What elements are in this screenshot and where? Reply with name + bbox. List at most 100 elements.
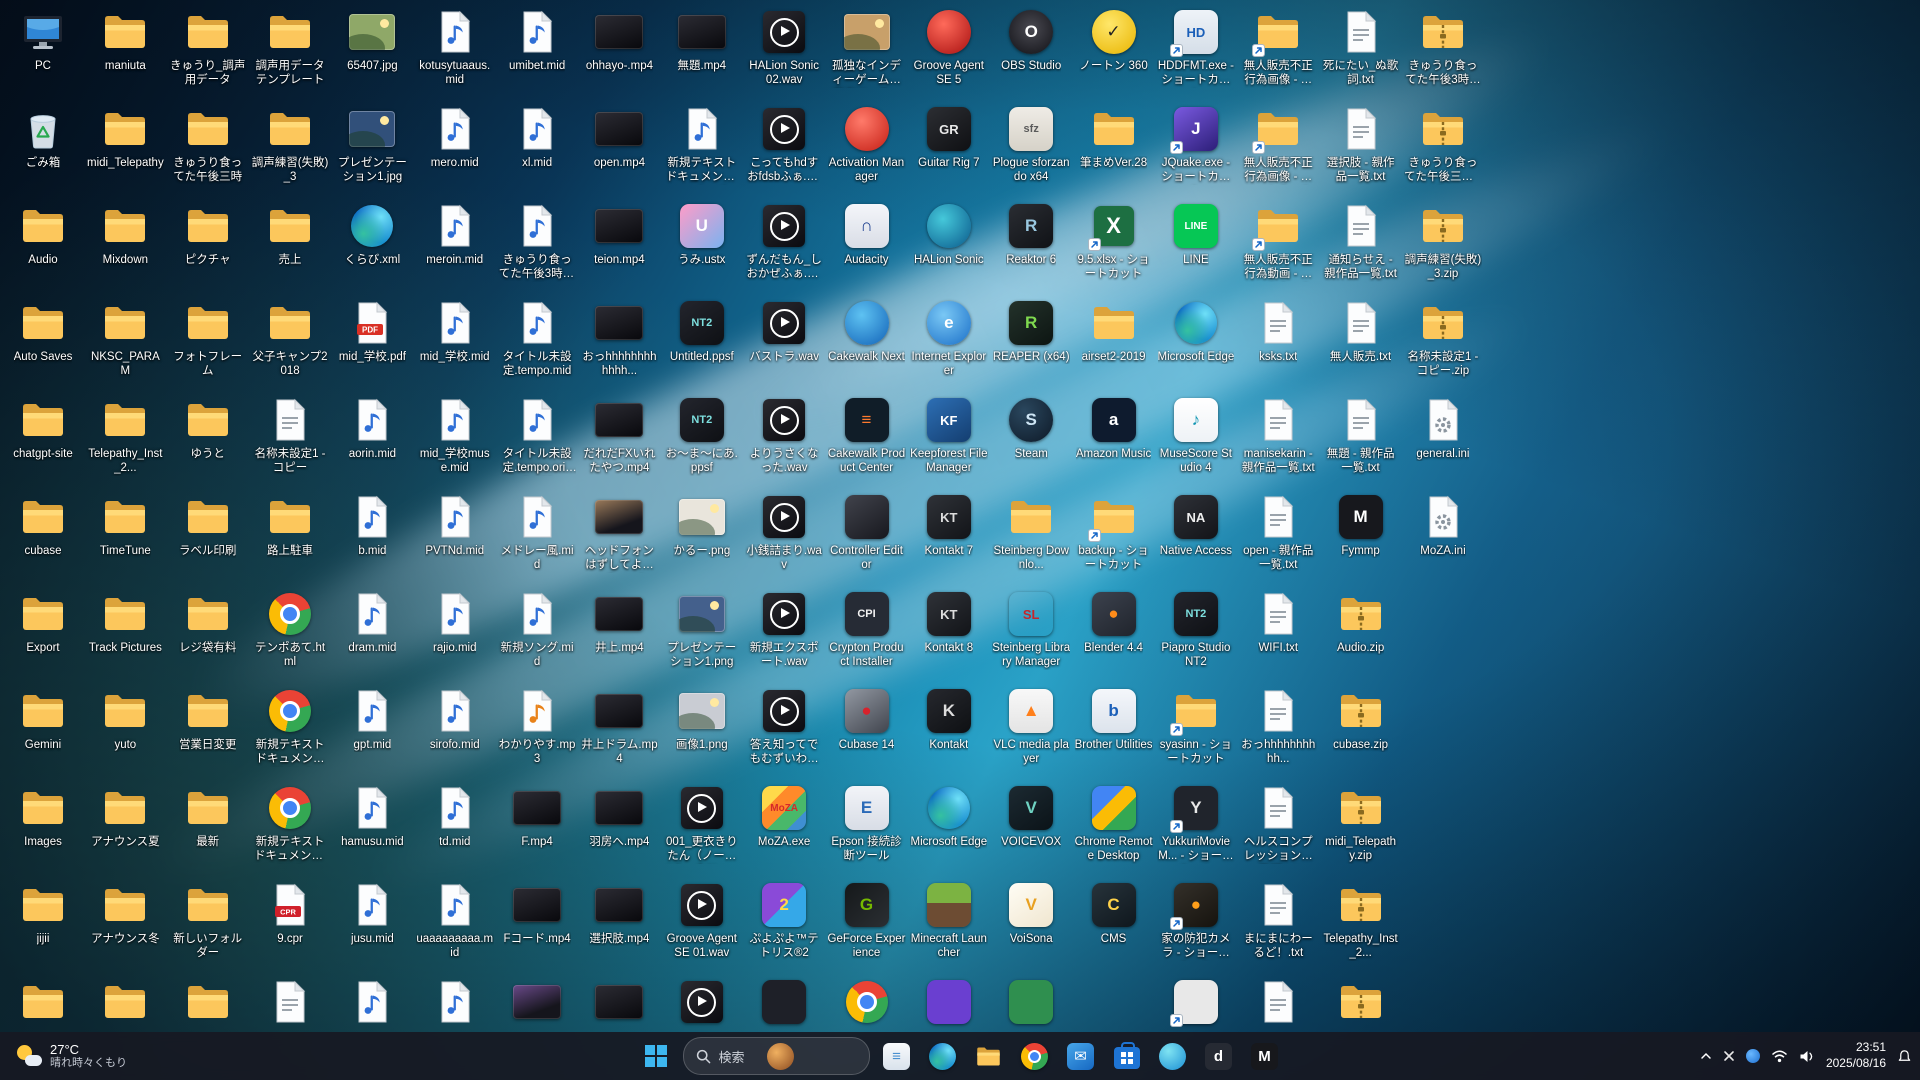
desktop-icon[interactable]: sirofo.mid: [416, 687, 494, 752]
desktop-icon[interactable]: 新規テキストドキュメント (2).html: [251, 687, 329, 767]
desktop-icon[interactable]: まにまにわーるど！.txt: [1239, 881, 1317, 961]
desktop-icon[interactable]: テンポあて.html: [251, 590, 329, 670]
desktop-icon[interactable]: 小銭詰まり.wav: [745, 493, 823, 573]
start-button[interactable]: [636, 1036, 676, 1076]
desktop-icon[interactable]: よりうさくなった.wav: [745, 396, 823, 476]
desktop-icon[interactable]: Telepathy_Inst_2...: [86, 396, 164, 476]
desktop-icon[interactable]: [4, 978, 82, 1029]
desktop-icon[interactable]: 調声練習(失敗)_3.zip: [1404, 202, 1482, 282]
desktop-icon[interactable]: こってもhdすおfdsbふぁ.wav: [745, 105, 823, 185]
desktop-icon[interactable]: 新規テキストドキュメント.musicxml: [663, 105, 741, 185]
desktop-icon[interactable]: 2ぷよぷよ™テトリス®2: [745, 881, 823, 961]
desktop-icon[interactable]: 新規エクスポート.wav: [745, 590, 823, 670]
desktop-icon[interactable]: ✓ノートン 360: [1075, 8, 1153, 73]
desktop-icon[interactable]: ヘルスコンプレッション＿歌詞.txt: [1239, 784, 1317, 864]
desktop-icon[interactable]: rajio.mid: [416, 590, 494, 655]
desktop-icon[interactable]: SLSteinberg Library Manager: [992, 590, 1070, 670]
desktop-icon[interactable]: Telepathy_Inst_2...: [1322, 881, 1400, 961]
desktop-icon[interactable]: CCMS: [1075, 881, 1153, 946]
desktop-icon[interactable]: [910, 978, 988, 1029]
desktop-icon[interactable]: 選択肢 - 親作品一覧.txt: [1322, 105, 1400, 185]
desktop-icon[interactable]: くらび.xml: [333, 202, 411, 267]
desktop-icon[interactable]: PVTNd.mid: [416, 493, 494, 558]
desktop-icon[interactable]: PDFmid_学校.pdf: [333, 299, 411, 364]
microsoft-store-taskbar-button[interactable]: [1107, 1036, 1147, 1076]
volume-icon[interactable]: [1799, 1050, 1815, 1063]
desktop-icon[interactable]: きゅうり食ってた午後3時.zip: [1404, 8, 1482, 88]
desktop-icon[interactable]: eInternet Explorer: [910, 299, 988, 379]
desktop-icon[interactable]: teion.mp4: [580, 202, 658, 267]
desktop-icon[interactable]: ピクチャ: [169, 202, 247, 267]
desktop-icon[interactable]: Microsoft Edge: [1157, 299, 1235, 364]
desktop-icon[interactable]: 001_更衣きりたん（ノーマル）_今じゃ...: [663, 784, 741, 864]
desktop-icon[interactable]: umibet.mid: [498, 8, 576, 73]
desktop-icon[interactable]: 調声用データテンプレート: [251, 8, 329, 88]
desktop-icon[interactable]: 無題 - 親作品一覧.txt: [1322, 396, 1400, 476]
desktop-icon[interactable]: [580, 978, 658, 1029]
desktop-icon[interactable]: Gemini: [4, 687, 82, 752]
desktop-icon[interactable]: Audio: [4, 202, 82, 267]
desktop-icon[interactable]: 孤独なインディーゲーム開発者の一生...: [828, 8, 906, 88]
desktop-icon[interactable]: Chrome Remote Desktop: [1075, 784, 1153, 864]
desktop-icon[interactable]: aAmazon Music: [1075, 396, 1153, 461]
tray-expand-chevron-icon[interactable]: [1700, 1052, 1712, 1060]
desktop-icon[interactable]: cubase: [4, 493, 82, 558]
desktop-icon[interactable]: HDHDDFMT.exe - ショートカット: [1157, 8, 1235, 88]
desktop-icon[interactable]: open - 親作品一覧.txt: [1239, 493, 1317, 573]
desktop-icon[interactable]: ずんだもん_しおかぜふぁ.wav: [745, 202, 823, 282]
desktop-icon[interactable]: midi_Telepathy.zip: [1322, 784, 1400, 864]
desktop-icon[interactable]: 井上ドラム.mp4: [580, 687, 658, 767]
desktop-icon[interactable]: PC: [4, 8, 82, 73]
desktop-icon[interactable]: td.mid: [416, 784, 494, 849]
desktop-icon[interactable]: 無人販売不正行為動画 - ショートカット: [1239, 202, 1317, 282]
desktop-icon[interactable]: midi_Telepathy: [86, 105, 164, 170]
desktop-icon[interactable]: F.mp4: [498, 784, 576, 849]
desktop-icon[interactable]: Activation Manager: [828, 105, 906, 185]
desktop-icon[interactable]: ●Blender 4.4: [1075, 590, 1153, 655]
desktop-icon[interactable]: sfzPlogue sforzando x64: [992, 105, 1070, 185]
desktop-icon[interactable]: [745, 978, 823, 1029]
desktop-icon[interactable]: 新規ソング.mid: [498, 590, 576, 670]
desktop-icon[interactable]: 死にたい_ぬ歌詞.txt: [1322, 8, 1400, 88]
desktop-icon[interactable]: プレゼンテーション1.jpg: [333, 105, 411, 185]
desktop-icon[interactable]: プレゼンテーション1.png: [663, 590, 741, 670]
desktop-icon[interactable]: Microsoft Edge: [910, 784, 988, 849]
desktop-icon[interactable]: aorin.mid: [333, 396, 411, 461]
search-box[interactable]: 検索: [683, 1037, 870, 1075]
desktop-icon[interactable]: 営業日変更: [169, 687, 247, 752]
desktop-icon[interactable]: Export: [4, 590, 82, 655]
desktop-icon[interactable]: Minecraft Launcher: [910, 881, 988, 961]
desktop-icon[interactable]: 名称未設定1 - コピー: [251, 396, 329, 476]
desktop-icon[interactable]: ヘッドフォンはずしてよかった.mp4: [580, 493, 658, 573]
desktop-icon[interactable]: Groove Agent SE 01.wav: [663, 881, 741, 961]
desktop-icon[interactable]: [333, 978, 411, 1029]
desktop-icon[interactable]: Controller Editor: [828, 493, 906, 573]
desktop-icon[interactable]: mero.mid: [416, 105, 494, 170]
copilot-taskbar-button[interactable]: [1153, 1036, 1193, 1076]
desktop-icon[interactable]: syasinn - ショートカット: [1157, 687, 1235, 767]
desktop-icon[interactable]: ohhayo-.mp4: [580, 8, 658, 73]
desktop-icon[interactable]: maniuta: [86, 8, 164, 73]
desktop-icon[interactable]: manisekarin - 親作品一覧.txt: [1239, 396, 1317, 476]
desktop-icon[interactable]: Cakewalk Next: [828, 299, 906, 364]
wifi-icon[interactable]: [1771, 1050, 1788, 1063]
desktop-icon[interactable]: おっhhhhhhhhhhhh...: [580, 299, 658, 379]
outlook-mail-taskbar-button[interactable]: ✉: [1061, 1036, 1101, 1076]
desktop-icon[interactable]: EEpson 接続診断ツール: [828, 784, 906, 864]
desktop-icon[interactable]: 調声練習(失敗)_3: [251, 105, 329, 185]
desktop-icon[interactable]: タイトル未設定.tempo.orig1.mid: [498, 396, 576, 476]
desktop-icon[interactable]: 選択肢.mp4: [580, 881, 658, 946]
desktop-icon[interactable]: KTKontakt 8: [910, 590, 988, 655]
desktop-icon[interactable]: open.mp4: [580, 105, 658, 170]
desktop-icon[interactable]: KKontakt: [910, 687, 988, 752]
google-chrome-taskbar-button[interactable]: [1015, 1036, 1055, 1076]
desktop-icon[interactable]: Mixdown: [86, 202, 164, 267]
desktop-icon[interactable]: 羽房へ.mp4: [580, 784, 658, 849]
desktop-icon[interactable]: X9.5.xlsx - ショートカット: [1075, 202, 1153, 282]
taskbar-clock[interactable]: 23:51 2025/08/16: [1826, 1040, 1886, 1071]
desktop-icon[interactable]: cubase.zip: [1322, 687, 1400, 752]
desktop-icon[interactable]: ▲VLC media player: [992, 687, 1070, 767]
desktop-icon[interactable]: [1157, 978, 1235, 1029]
desktop-icon[interactable]: RREAPER (x64): [992, 299, 1070, 364]
desktop-icon[interactable]: CPR9.cpr: [251, 881, 329, 946]
